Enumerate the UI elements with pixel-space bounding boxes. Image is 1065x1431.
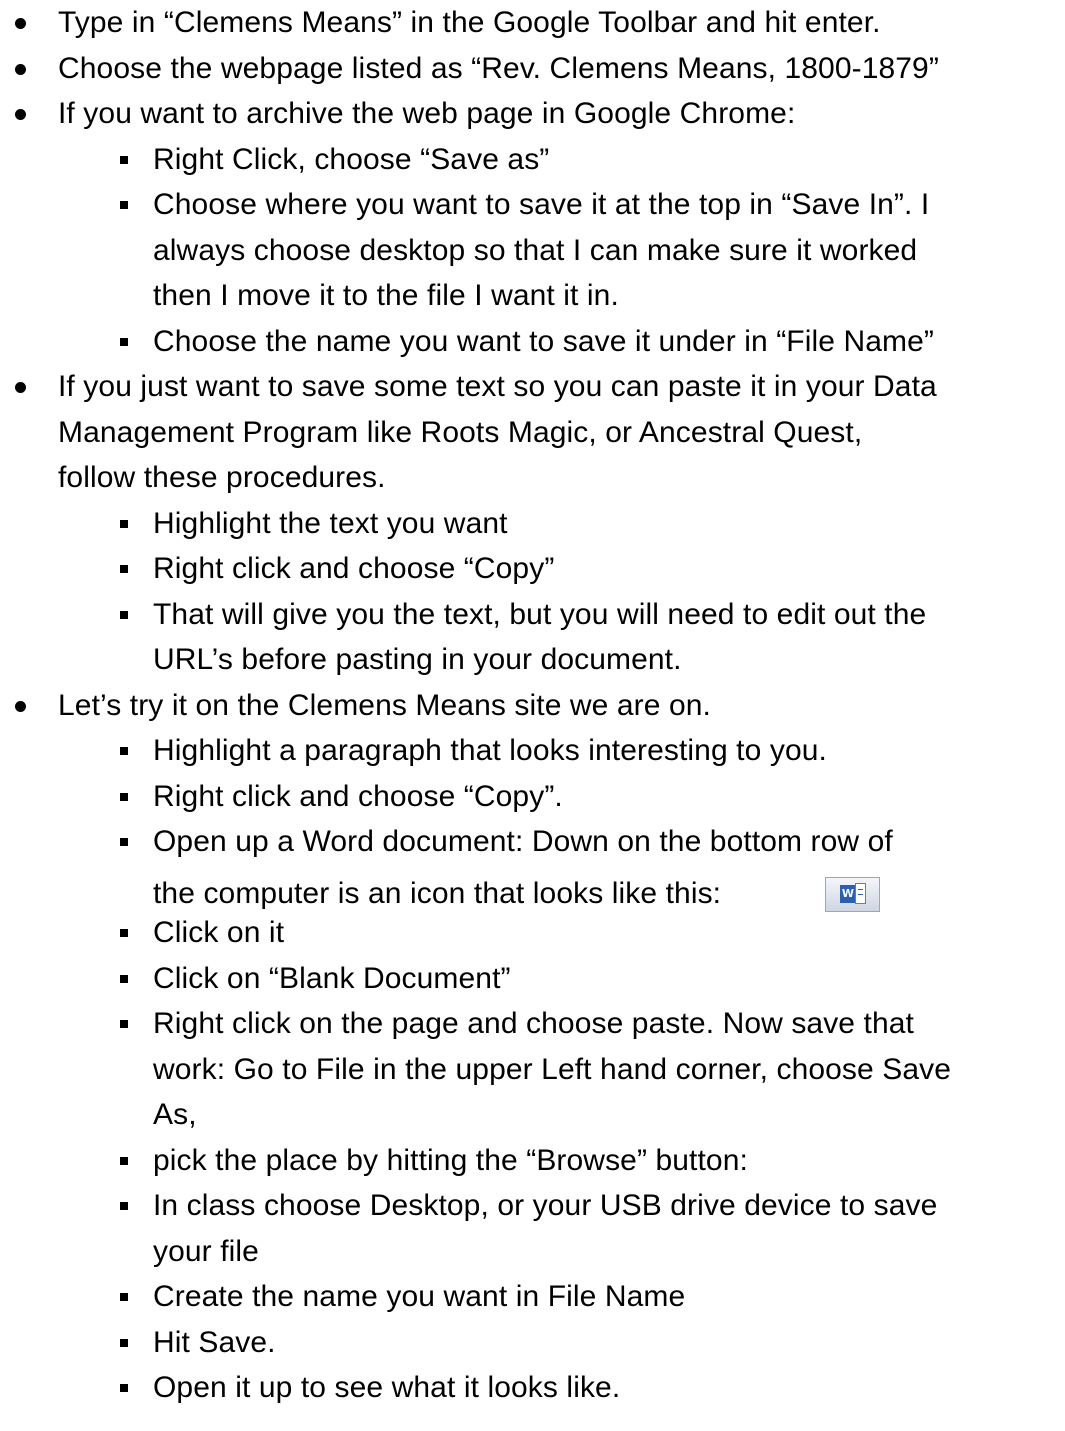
instruction-line: As, xyxy=(153,1098,197,1131)
bullet-dot xyxy=(15,109,26,120)
instruction-line: Right Click, choose “Save as” xyxy=(153,142,550,176)
instruction-line: Click on “Blank Document” xyxy=(153,961,511,995)
bullet-square xyxy=(120,519,128,528)
bullet-square xyxy=(120,1384,128,1392)
bullet-square xyxy=(120,747,128,755)
bullet-square xyxy=(120,1156,128,1165)
bullet-square xyxy=(120,1293,128,1301)
instruction-line: the computer is an icon that looks like … xyxy=(153,876,722,910)
instruction-line: Right click and choose “Copy”. xyxy=(153,779,563,813)
bullet-square xyxy=(120,974,128,983)
instruction-line: Highlight a paragraph that looks interes… xyxy=(153,734,827,767)
bullet-dot xyxy=(15,18,26,29)
instruction-line: your file xyxy=(153,1234,259,1268)
bullet-square xyxy=(120,1020,128,1028)
bullet-dot xyxy=(15,63,26,75)
bullet-dot xyxy=(15,700,26,712)
instruction-line: Right click on the page and choose paste… xyxy=(153,1007,914,1040)
bullet-square xyxy=(120,610,128,619)
instruction-line: Right click and choose “Copy” xyxy=(153,552,555,585)
instruction-line: If you want to archive the web page in G… xyxy=(58,97,796,130)
microsoft-word-icon: W xyxy=(825,876,880,912)
instruction-line: Open it up to see what it looks like. xyxy=(153,1371,621,1404)
word-w-badge: W xyxy=(840,884,856,903)
bullet-square xyxy=(120,792,128,801)
instruction-line: Let’s try it on the Clemens Means site w… xyxy=(58,688,711,722)
word-page-glyph xyxy=(855,882,866,904)
instruction-line: That will give you the text, but you wil… xyxy=(153,597,927,631)
instruction-line: Choose the name you want to save it unde… xyxy=(153,324,934,358)
bullet-square xyxy=(120,838,128,846)
instruction-line: Highlight the text you want xyxy=(153,506,508,540)
instruction-line: If you just want to save some text so yo… xyxy=(58,370,937,403)
bullet-square xyxy=(120,1202,128,1210)
instruction-line: Create the name you want in File Name xyxy=(153,1280,686,1313)
instruction-line: Click on it xyxy=(153,916,285,949)
bullet-square xyxy=(120,337,128,346)
bullet-square xyxy=(120,1338,128,1347)
bullet-square xyxy=(120,201,128,209)
instruction-line: URL’s before pasting in your document. xyxy=(153,643,682,676)
instruction-line: work: Go to File in the upper Left hand … xyxy=(153,1052,952,1086)
instruction-line: always choose desktop so that I can make… xyxy=(153,233,918,267)
bullet-dot xyxy=(15,382,26,393)
document-page: Type in “Clemens Means” in the Google To… xyxy=(0,0,1065,1431)
bullet-square xyxy=(120,565,128,573)
instruction-line: Choose the webpage listed as “Rev. Cleme… xyxy=(58,51,939,85)
instruction-line: Management Program like Roots Magic, or … xyxy=(58,415,863,449)
instruction-line: then I move it to the file I want it in. xyxy=(153,279,619,312)
instruction-line: In class choose Desktop, or your USB dri… xyxy=(153,1189,938,1222)
instruction-line: follow these procedures. xyxy=(58,461,386,494)
instruction-line: Hit Save. xyxy=(153,1325,276,1359)
instruction-line: pick the place by hitting the “Browse” b… xyxy=(153,1143,748,1177)
bullet-square xyxy=(120,929,128,937)
instruction-line: Open up a Word document: Down on the bot… xyxy=(153,825,893,858)
instruction-line: Type in “Clemens Means” in the Google To… xyxy=(58,6,881,39)
bullet-square xyxy=(120,155,128,164)
instruction-line: Choose where you want to save it at the … xyxy=(153,188,930,221)
